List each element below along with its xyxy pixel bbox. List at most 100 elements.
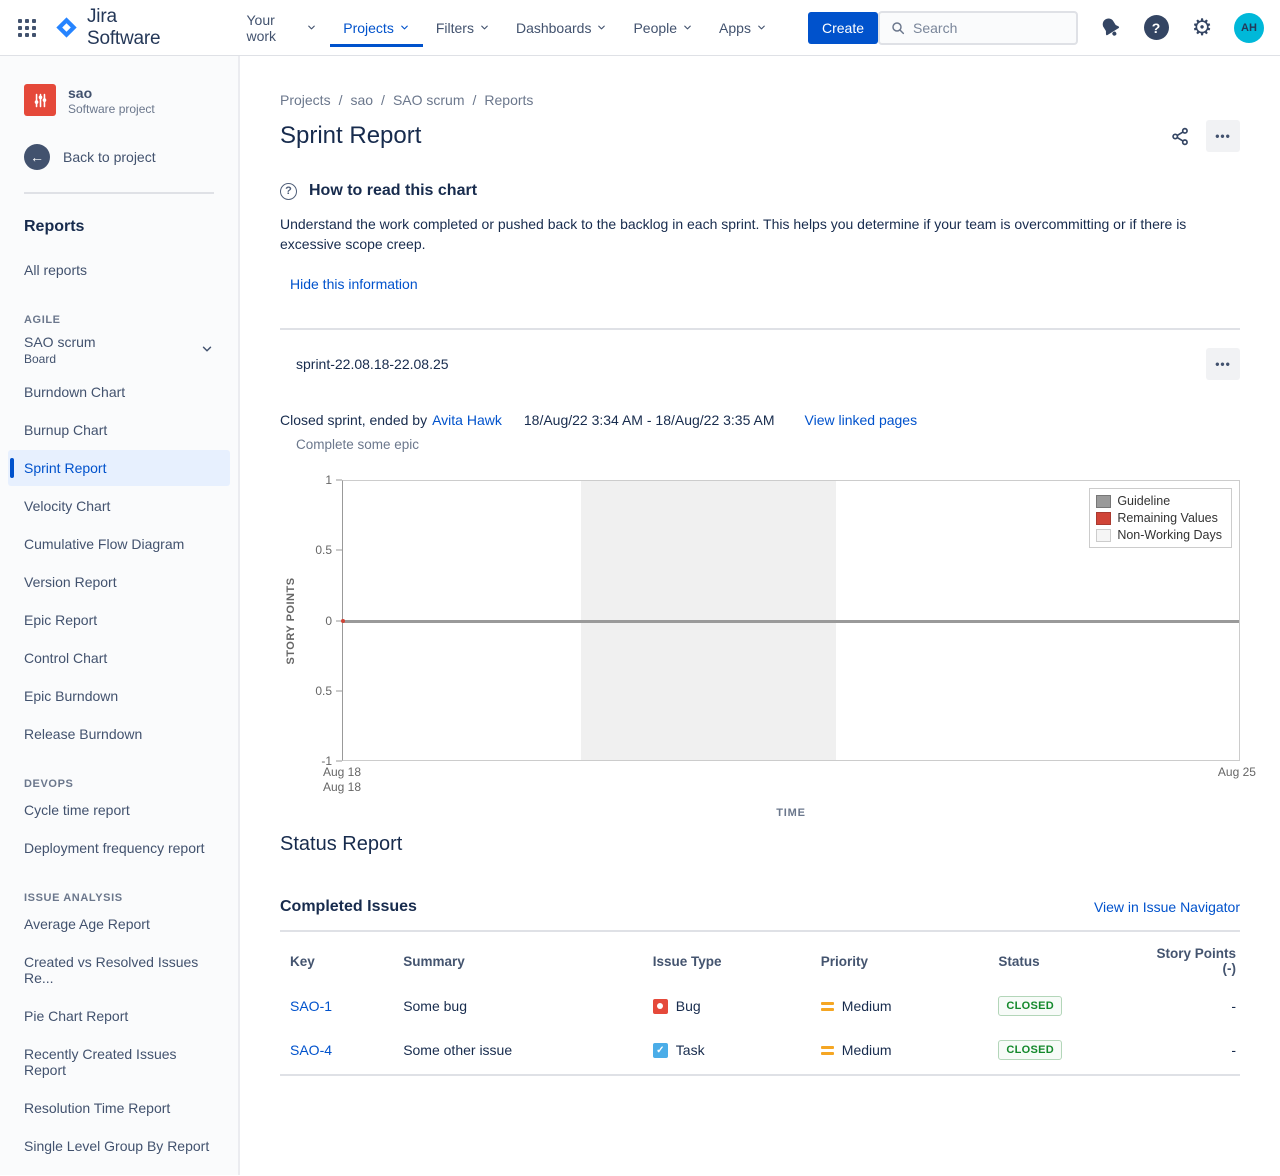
- status-badge: CLOSED: [998, 1040, 1062, 1060]
- sidebar-item-velocity-chart[interactable]: Velocity Chart: [8, 488, 230, 524]
- reports-heading: Reports: [8, 218, 230, 236]
- priority-medium-icon: [821, 1046, 834, 1055]
- help-icon[interactable]: ?: [1142, 14, 1170, 42]
- top-navigation-bar: Jira Software Your work Projects Filters…: [0, 0, 1280, 56]
- sidebar-item-recently-created-issues-report[interactable]: Recently Created Issues Report: [8, 1036, 230, 1088]
- section-label-agile: AGILE: [8, 314, 230, 326]
- breadcrumb-reports[interactable]: Reports: [484, 92, 533, 108]
- guideline-swatch: [1096, 495, 1111, 508]
- sprint-chart: STORY POINTS 1 0.5 0 0.5 -1: [280, 480, 1240, 819]
- sidebar-item-all-reports[interactable]: All reports: [8, 252, 230, 288]
- logo-text: Jira Software: [87, 6, 194, 50]
- sidebar-item-cycle-time-report[interactable]: Cycle time report: [8, 792, 230, 828]
- breadcrumb-sao-scrum[interactable]: SAO scrum: [393, 92, 465, 108]
- header-story-points: Story Points (-): [1134, 931, 1240, 986]
- project-name: sao: [68, 85, 155, 101]
- breadcrumb-projects[interactable]: Projects: [280, 92, 331, 108]
- share-icon[interactable]: [1164, 120, 1196, 152]
- table-row: SAO-4 Some other issue Task Medium: [280, 1030, 1240, 1075]
- chart-plot-area: Guideline Remaining Values Non-Working D…: [342, 480, 1240, 761]
- issue-key-link[interactable]: SAO-1: [290, 998, 332, 1014]
- sprint-name: sprint-22.08.18-22.08.25: [296, 356, 449, 372]
- priority-label: Medium: [842, 998, 892, 1014]
- project-type: Software project: [68, 102, 155, 116]
- nav-people[interactable]: People: [620, 9, 706, 47]
- how-to-read-block: ? How to read this chart Understand the …: [280, 182, 1240, 330]
- sidebar-item-epic-burndown[interactable]: Epic Burndown: [8, 678, 230, 714]
- sidebar-item-created-vs-resolved[interactable]: Created vs Resolved Issues Re...: [8, 944, 230, 996]
- sidebar-item-single-level-group-by-report[interactable]: Single Level Group By Report: [8, 1128, 230, 1164]
- header-priority: Priority: [813, 931, 991, 986]
- chart-x-axis-label: TIME: [342, 807, 1240, 819]
- status-report-title: Status Report: [280, 833, 1240, 856]
- section-label-devops: DEVOPS: [8, 778, 230, 790]
- chevron-down-icon: [479, 22, 490, 33]
- chart-legend: Guideline Remaining Values Non-Working D…: [1089, 488, 1232, 548]
- search-box[interactable]: [878, 11, 1078, 45]
- sidebar-item-burndown-chart[interactable]: Burndown Chart: [8, 374, 230, 410]
- remaining-values-point: [341, 619, 345, 623]
- main-nav: Your work Projects Filters Dashboards Pe…: [234, 9, 780, 47]
- user-avatar[interactable]: AH: [1234, 13, 1264, 43]
- breadcrumb-sao[interactable]: sao: [350, 92, 373, 108]
- chevron-down-icon: [682, 22, 693, 33]
- question-circle-icon: ?: [280, 183, 297, 200]
- project-avatar-icon: [24, 84, 56, 116]
- sidebar-item-version-report[interactable]: Version Report: [8, 564, 230, 600]
- sprint-ended-by-link[interactable]: Avita Hawk: [432, 412, 502, 428]
- sidebar-item-deployment-frequency-report[interactable]: Deployment frequency report: [8, 830, 230, 866]
- view-in-issue-navigator-link[interactable]: View in Issue Navigator: [1094, 899, 1240, 915]
- section-divider: [280, 328, 1240, 330]
- issue-key-link[interactable]: SAO-4: [290, 1042, 332, 1058]
- sidebar-item-average-age-report[interactable]: Average Age Report: [8, 906, 230, 942]
- board-sub-label: Board: [24, 352, 96, 366]
- sidebar-item-control-chart[interactable]: Control Chart: [8, 640, 230, 676]
- sidebar-item-cumulative-flow-diagram[interactable]: Cumulative Flow Diagram: [8, 526, 230, 562]
- app-switcher-icon[interactable]: [14, 15, 40, 41]
- info-heading: How to read this chart: [309, 182, 477, 200]
- priority-label: Medium: [842, 1042, 892, 1058]
- sidebar: sao Software project ← Back to project R…: [0, 56, 240, 1175]
- sidebar-item-sprint-report[interactable]: Sprint Report: [8, 450, 230, 486]
- remaining-values-swatch: [1096, 512, 1111, 525]
- project-header: sao Software project: [8, 84, 230, 116]
- table-row: SAO-1 Some bug Bug Medium: [280, 986, 1240, 1030]
- nav-apps[interactable]: Apps: [706, 9, 780, 47]
- chart-y-ticks: 1 0.5 0 0.5 -1: [302, 480, 342, 761]
- sidebar-item-burnup-chart[interactable]: Burnup Chart: [8, 412, 230, 448]
- sidebar-item-release-burndown[interactable]: Release Burndown: [8, 716, 230, 752]
- back-to-project-button[interactable]: ← Back to project: [8, 144, 230, 170]
- chevron-down-icon: [756, 22, 767, 33]
- create-button[interactable]: Create: [808, 12, 878, 44]
- settings-gear-icon[interactable]: ⚙: [1188, 14, 1216, 42]
- legend-remaining-values: Remaining Values: [1096, 511, 1222, 525]
- story-points-value: -: [1134, 986, 1240, 1030]
- sprint-more-actions-button[interactable]: [1206, 348, 1240, 380]
- hide-information-link[interactable]: Hide this information: [290, 276, 418, 292]
- issue-summary: Some bug: [395, 986, 645, 1030]
- page-more-actions-button[interactable]: [1206, 120, 1240, 152]
- priority-medium-icon: [821, 1002, 834, 1011]
- nav-projects[interactable]: Projects: [330, 9, 423, 47]
- sidebar-item-epic-report[interactable]: Epic Report: [8, 602, 230, 638]
- chevron-down-icon: [306, 22, 317, 33]
- header-summary: Summary: [395, 931, 645, 986]
- notifications-bell-icon[interactable]: [1096, 14, 1124, 42]
- sidebar-item-resolution-time-report[interactable]: Resolution Time Report: [8, 1090, 230, 1126]
- status-badge: CLOSED: [998, 996, 1062, 1016]
- back-arrow-icon: ←: [24, 144, 50, 170]
- nav-filters[interactable]: Filters: [423, 9, 503, 47]
- guideline-series: [343, 620, 1239, 623]
- sidebar-item-pie-chart-report[interactable]: Pie Chart Report: [8, 998, 230, 1034]
- nav-your-work[interactable]: Your work: [234, 9, 331, 47]
- board-name: SAO scrum: [24, 334, 96, 350]
- jira-logo[interactable]: Jira Software: [54, 6, 194, 50]
- sprint-epic-label: Complete some epic: [280, 437, 1240, 452]
- view-linked-pages-link[interactable]: View linked pages: [805, 412, 918, 428]
- section-label-issue-analysis: ISSUE ANALYSIS: [8, 892, 230, 904]
- board-selector[interactable]: SAO scrum Board: [8, 326, 230, 372]
- legend-guideline: Guideline: [1096, 494, 1222, 508]
- nav-dashboards[interactable]: Dashboards: [503, 9, 621, 47]
- header-issue-type: Issue Type: [645, 931, 813, 986]
- search-input[interactable]: [913, 20, 1066, 36]
